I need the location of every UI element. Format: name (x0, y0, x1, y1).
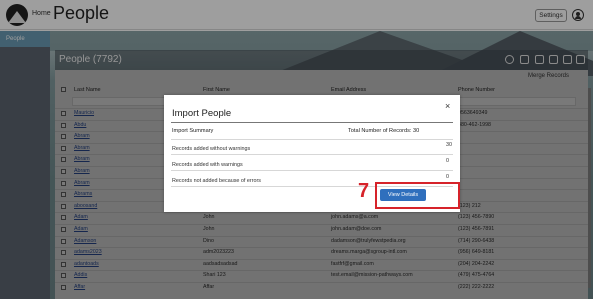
divider (171, 139, 453, 140)
import-summary-label: Import Summary (172, 128, 214, 134)
step-highlight-box (375, 182, 460, 209)
divider (171, 154, 453, 155)
stat-label-no-warnings: Records added without warnings (172, 146, 251, 152)
divider (171, 170, 453, 171)
step-number-label: 7 (358, 180, 370, 202)
dialog-title: Import People (172, 108, 232, 119)
total-records-label: Total Number of Records: 30 (348, 128, 420, 134)
close-icon[interactable]: × (445, 101, 450, 111)
stat-label-errors: Records not added because of errors (172, 178, 261, 184)
stat-value-no-warnings: 30 (446, 142, 452, 148)
stat-value-with-warnings: 0 (446, 158, 449, 164)
stat-value-errors: 0 (446, 174, 449, 180)
stat-label-with-warnings: Records added with warnings (172, 162, 243, 168)
divider (171, 122, 453, 123)
